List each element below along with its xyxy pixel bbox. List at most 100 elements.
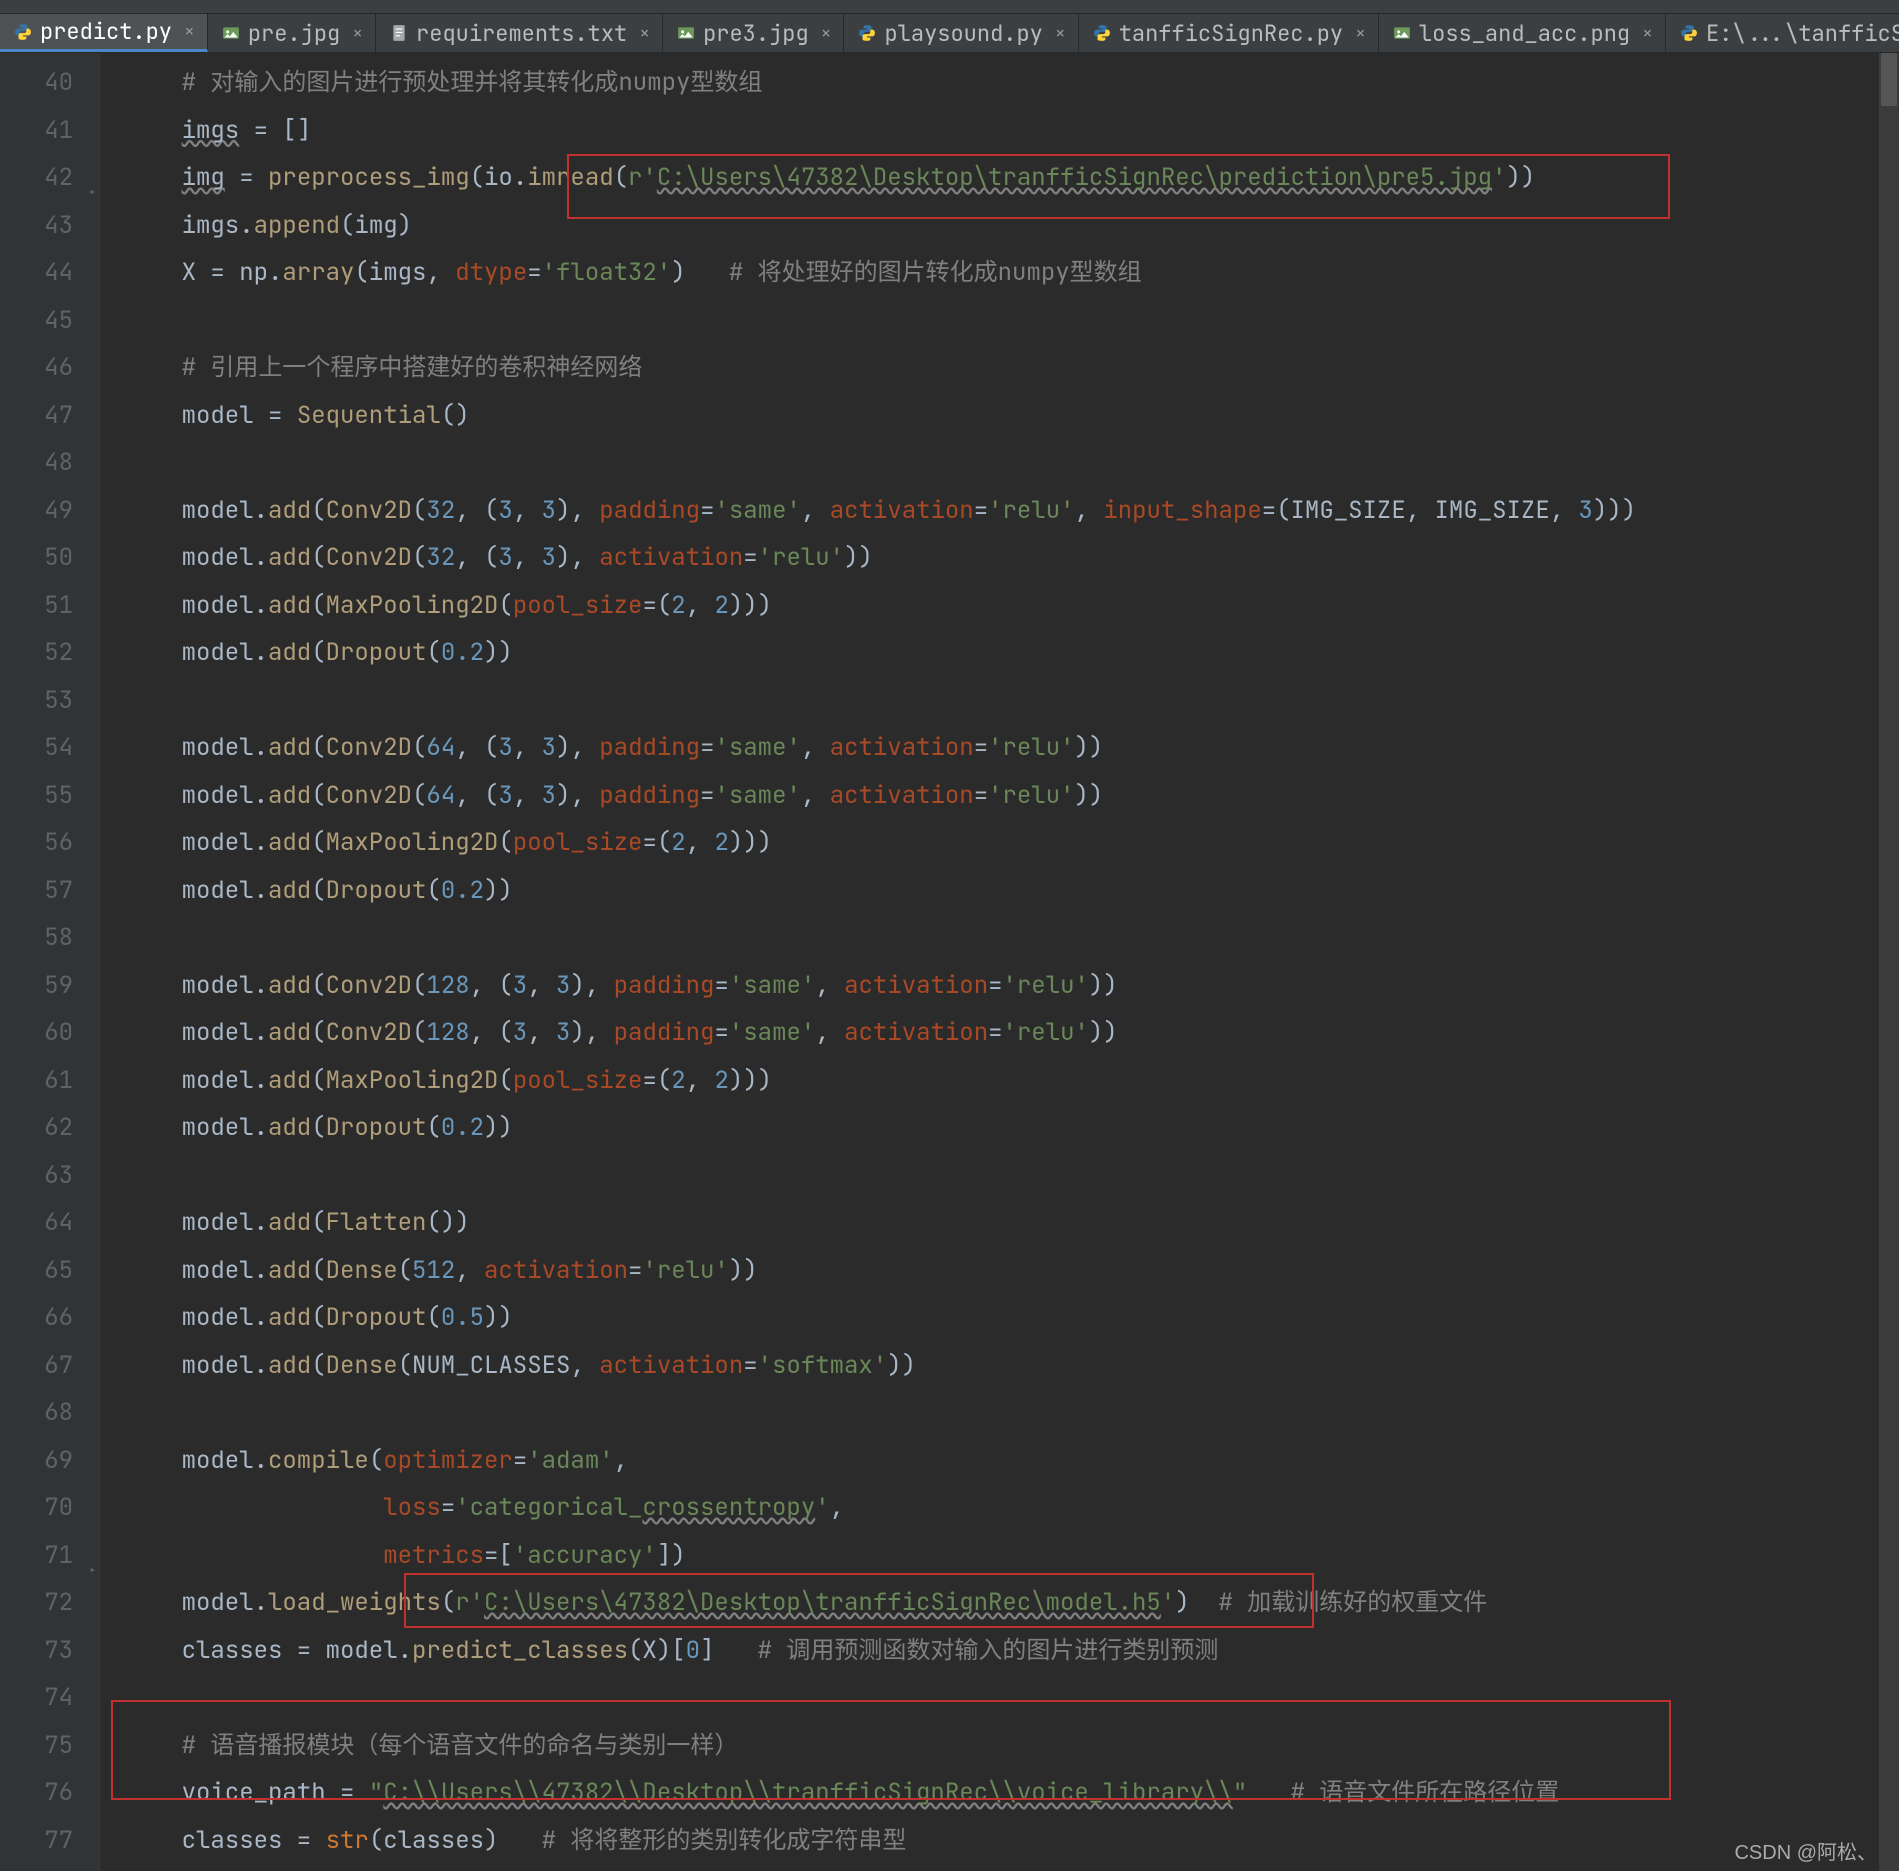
code-line[interactable] (124, 1152, 1899, 1200)
line-number: 69 (0, 1437, 73, 1485)
line-number: 71 (0, 1532, 73, 1580)
line-number: 58 (0, 914, 73, 962)
code-line[interactable]: model.add(MaxPooling2D(pool_size=(2, 2))… (124, 819, 1899, 867)
line-number: 67 (0, 1342, 73, 1390)
tab-1[interactable]: pre.jpg × (208, 14, 376, 52)
code-area[interactable]: # 对输入的图片进行预处理并将其转化成numpy型数组 imgs = [] im… (100, 53, 1899, 1871)
tab-2[interactable]: requirements.txt × (376, 14, 663, 52)
code-line[interactable]: model.add(Dense(NUM_CLASSES, activation=… (124, 1342, 1899, 1390)
tab-4[interactable]: playsound.py × (844, 14, 1078, 52)
code-line[interactable]: # 引用上一个程序中搭建好的卷积神经网络 (124, 344, 1899, 392)
code-line[interactable]: model.add(Conv2D(32, (3, 3), activation=… (124, 534, 1899, 582)
close-icon[interactable]: × (184, 20, 195, 43)
vertical-scrollbar[interactable] (1879, 53, 1899, 1871)
code-line[interactable]: voice_path = "C:\\Users\\47382\\Desktop\… (124, 1769, 1899, 1817)
line-number: 54 (0, 724, 73, 772)
code-line[interactable]: model.add(Conv2D(32, (3, 3), padding='sa… (124, 487, 1899, 535)
code-line[interactable]: X = np.array(imgs, dtype='float32') # 将处… (124, 249, 1899, 297)
tab-label: predict.py (40, 17, 172, 46)
code-line[interactable]: model.add(Dense(512, activation='relu')) (124, 1247, 1899, 1295)
line-number: 56 (0, 819, 73, 867)
line-number: 66 (0, 1294, 73, 1342)
code-line[interactable] (124, 914, 1899, 962)
tab-label: pre.jpg (248, 19, 340, 48)
code-line[interactable]: # 语音播报模块（每个语音文件的命名与类别一样） (124, 1722, 1899, 1770)
code-line[interactable]: loss='categorical_crossentropy', (124, 1484, 1899, 1532)
scroll-thumb[interactable] (1881, 53, 1897, 106)
code-line[interactable] (124, 297, 1899, 345)
close-icon[interactable]: × (1642, 22, 1653, 45)
code-line[interactable] (124, 677, 1899, 725)
line-number: 52 (0, 629, 73, 677)
tab-label: pre3.jpg (703, 19, 809, 48)
file-icon (1393, 24, 1411, 42)
code-line[interactable]: metrics=['accuracy']) (124, 1532, 1899, 1580)
code-line[interactable]: img = preprocess_img(io.imread(r'C:\User… (124, 154, 1899, 202)
line-number: 46 (0, 344, 73, 392)
line-number: 65 (0, 1247, 73, 1295)
tab-7[interactable]: E:\...\tanfficSignRec.py× (1666, 14, 1899, 52)
code-line[interactable] (124, 439, 1899, 487)
line-number: 73 (0, 1627, 73, 1675)
watermark: CSDN @阿松、 (1734, 1836, 1877, 1865)
line-number: 48 (0, 439, 73, 487)
code-line[interactable]: model.add(Dropout(0.2)) (124, 867, 1899, 915)
fold-marker-icon[interactable]: ▸ (89, 1548, 97, 1596)
line-number: 68 (0, 1389, 73, 1437)
close-icon[interactable]: × (639, 22, 650, 45)
tab-6[interactable]: loss_and_acc.png × (1379, 14, 1666, 52)
fold-marker-icon[interactable]: ▸ (89, 170, 97, 218)
code-line[interactable]: model.add(MaxPooling2D(pool_size=(2, 2))… (124, 1057, 1899, 1105)
code-line[interactable]: model.add(Conv2D(64, (3, 3), padding='sa… (124, 724, 1899, 772)
line-number: 64 (0, 1199, 73, 1247)
line-number: 59 (0, 962, 73, 1010)
code-line[interactable]: model.load_weights(r'C:\Users\47382\Desk… (124, 1579, 1899, 1627)
close-icon[interactable]: × (821, 22, 832, 45)
tab-label: loss_and_acc.png (1419, 19, 1630, 48)
tab-0[interactable]: predict.py × (0, 14, 208, 52)
line-number: 74 (0, 1674, 73, 1722)
file-icon (390, 24, 408, 42)
code-line[interactable]: imgs = [] (124, 107, 1899, 155)
tab-5[interactable]: tanfficSignRec.py × (1079, 14, 1379, 52)
line-number: 50 (0, 534, 73, 582)
code-editor: 4041424344454647484950515253545556575859… (0, 53, 1899, 1871)
tab-label: tanfficSignRec.py (1119, 19, 1343, 48)
code-line[interactable]: model.compile(optimizer='adam', (124, 1437, 1899, 1485)
editor-tabs: predict.py×pre.jpg×requirements.txt×pre3… (0, 14, 1899, 53)
code-line[interactable]: classes = model.predict_classes(X)[0] # … (124, 1627, 1899, 1675)
line-number: 72 (0, 1579, 73, 1627)
code-line[interactable]: model.add(Flatten()) (124, 1199, 1899, 1247)
tab-3[interactable]: pre3.jpg × (663, 14, 844, 52)
tab-label: E:\...\tanfficSignRec.py (1706, 19, 1899, 48)
tab-label: requirements.txt (416, 19, 627, 48)
code-line[interactable]: model.add(Dropout(0.5)) (124, 1294, 1899, 1342)
line-number: 63 (0, 1152, 73, 1200)
code-line[interactable]: model.add(Dropout(0.2)) (124, 1104, 1899, 1152)
line-number: 44 (0, 249, 73, 297)
tab-label: playsound.py (884, 19, 1042, 48)
code-line[interactable]: model.add(Dropout(0.2)) (124, 629, 1899, 677)
code-line[interactable]: classes = str(classes) # 将将整形的类别转化成字符串型 (124, 1817, 1899, 1865)
code-line[interactable]: model.add(MaxPooling2D(pool_size=(2, 2))… (124, 582, 1899, 630)
line-number: 75 (0, 1722, 73, 1770)
line-number: 55 (0, 772, 73, 820)
code-line[interactable]: model.add(Conv2D(128, (3, 3), padding='s… (124, 1009, 1899, 1057)
line-number: 51 (0, 582, 73, 630)
file-icon (1093, 24, 1111, 42)
line-number: 41 (0, 107, 73, 155)
code-line[interactable]: model.add(Conv2D(128, (3, 3), padding='s… (124, 962, 1899, 1010)
code-line[interactable]: model.add(Conv2D(64, (3, 3), padding='sa… (124, 772, 1899, 820)
code-line[interactable]: # 对输入的图片进行预处理并将其转化成numpy型数组 (124, 59, 1899, 107)
line-number: 60 (0, 1009, 73, 1057)
close-icon[interactable]: × (1055, 22, 1066, 45)
line-gutter: 4041424344454647484950515253545556575859… (0, 53, 100, 1871)
file-icon (222, 24, 240, 42)
close-icon[interactable]: × (1355, 22, 1366, 45)
code-line[interactable] (124, 1674, 1899, 1722)
code-line[interactable]: model = Sequential() (124, 392, 1899, 440)
file-icon (1680, 24, 1698, 42)
code-line[interactable]: imgs.append(img) (124, 202, 1899, 250)
code-line[interactable] (124, 1389, 1899, 1437)
close-icon[interactable]: × (352, 22, 363, 45)
